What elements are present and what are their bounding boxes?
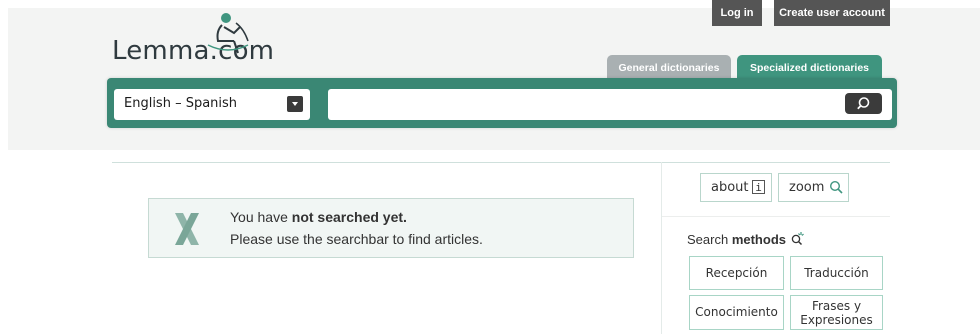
method-traduccion-button[interactable]: Traducción [790, 256, 883, 290]
notice-text-prefix: You have [230, 209, 292, 225]
sidebar-divider [661, 162, 662, 334]
create-account-button[interactable]: Create user account [774, 0, 890, 26]
method-frases-expresiones-button[interactable]: Frases y Expresiones [790, 295, 883, 330]
method-label-line2: Expresiones [800, 313, 873, 327]
notice-text-emphasis: not searched yet. [291, 209, 407, 225]
search-input[interactable] [328, 89, 892, 120]
notice-instruction: Please use the searchbar to find article… [230, 231, 483, 247]
language-pair-value: English – Spanish [124, 96, 238, 111]
magnifier-icon [829, 180, 843, 194]
login-button[interactable]: Log in [712, 0, 762, 26]
methods-emphasis: methods [731, 232, 786, 247]
info-icon: i [752, 180, 765, 194]
methods-prefix: Search [687, 232, 732, 247]
sidebar-section-divider [662, 216, 890, 217]
method-conocimiento-button[interactable]: Conocimiento [689, 295, 784, 330]
zoom-button[interactable]: zoom [778, 173, 849, 202]
x-icon [175, 213, 199, 245]
search-icon [857, 97, 870, 110]
language-pair-select[interactable]: English – Spanish [114, 89, 310, 120]
search-methods-icon [791, 232, 804, 246]
about-button[interactable]: about i [700, 173, 772, 202]
method-recepcion-button[interactable]: Recepción [689, 256, 784, 290]
tab-general-dictionaries[interactable]: General dictionaries [607, 55, 731, 79]
content-divider [112, 162, 890, 163]
search-methods-heading: Search methods [687, 232, 786, 247]
about-label: about [711, 180, 749, 195]
zoom-label: zoom [789, 180, 825, 195]
chevron-down-icon[interactable] [287, 96, 303, 112]
notice-message: You have not searched yet. [230, 209, 407, 225]
no-search-notice: You have not searched yet. Please use th… [148, 198, 634, 258]
method-label-line1: Frases y [811, 299, 862, 313]
tab-specialized-dictionaries[interactable]: Specialized dictionaries [737, 55, 882, 79]
search-button[interactable] [845, 93, 882, 114]
reader-figure-icon [207, 13, 249, 54]
